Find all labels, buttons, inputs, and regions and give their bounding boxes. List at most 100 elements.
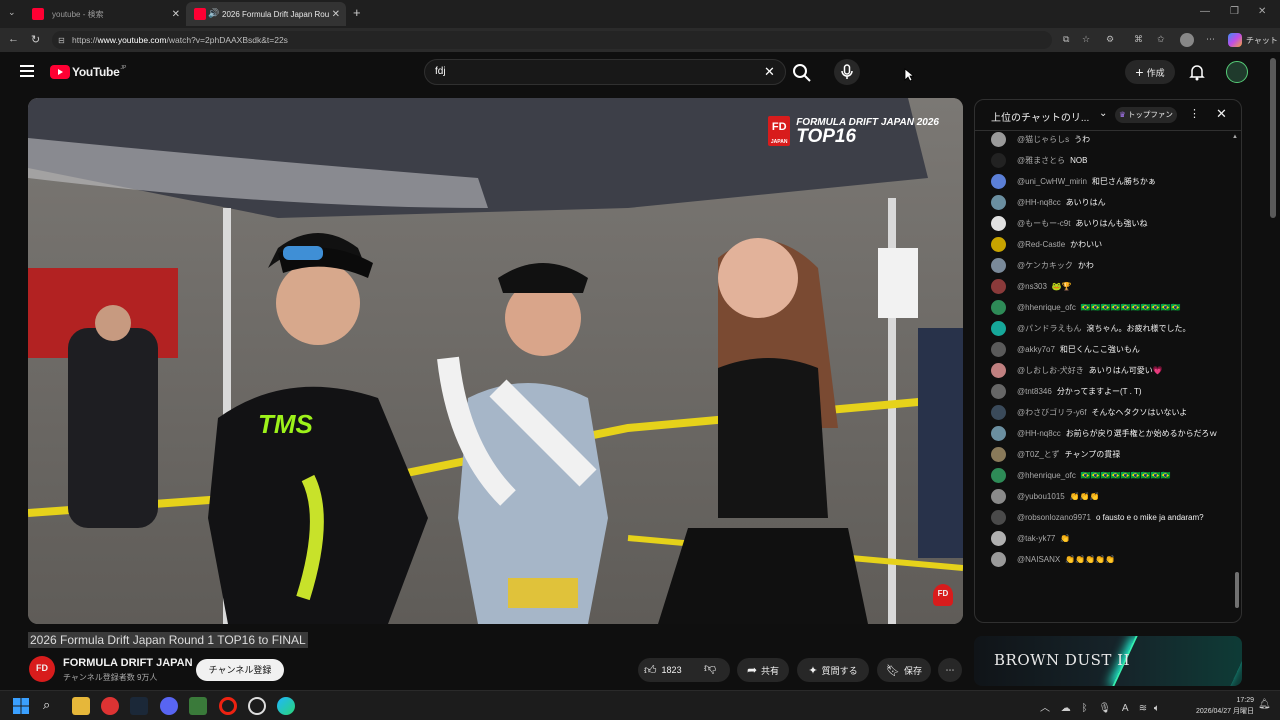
chat-author-name[interactable]: @HH-nq8cc xyxy=(1017,429,1061,438)
chat-author-name[interactable]: @ケンカキック xyxy=(1017,261,1073,270)
chat-more-icon[interactable]: ⋮ xyxy=(1189,107,1200,120)
extension-puzzle-icon[interactable]: ⌘ xyxy=(1134,34,1143,45)
chat-author-name[interactable]: @tak-yk77 xyxy=(1017,534,1055,543)
chat-author-name[interactable]: @akky7o7 xyxy=(1017,345,1055,354)
taskbar-clock[interactable]: 17:29 2026/04/27 月曜日 xyxy=(1184,695,1254,717)
chat-author-name[interactable]: @HH-nq8cc xyxy=(1017,198,1061,207)
chat-author-name[interactable]: @猫じゃらしs xyxy=(1017,135,1069,144)
chat-scrollbar[interactable] xyxy=(1235,572,1239,608)
chat-message[interactable]: @hhenrique_ofc 🇧🇷🇧🇷🇧🇷🇧🇷🇧🇷🇧🇷🇧🇷🇧🇷🇧🇷🇧🇷 xyxy=(989,300,1229,315)
chat-author-avatar[interactable] xyxy=(991,510,1006,525)
chat-message[interactable]: @robsonlozano9971 o fausto e o mike ja an… xyxy=(989,510,1229,525)
chat-message[interactable]: @ケンカキック かわ xyxy=(989,258,1229,273)
menu-icon[interactable] xyxy=(20,65,34,77)
chat-mode-selector[interactable]: 上位のチャットのリ... xyxy=(991,109,1089,124)
save-button[interactable]: 🔖︎ 保存 xyxy=(877,658,931,682)
dislike-button[interactable]: 👎︎ xyxy=(704,661,716,676)
chat-message[interactable]: @しおしお-犬好き あいりはん可愛い💗 xyxy=(989,363,1229,378)
url-field[interactable]: https://www.youtube.com/watch?v=2phDAAXB… xyxy=(52,31,1052,49)
favorites-icon[interactable]: ✩ xyxy=(1157,34,1165,45)
steam-icon[interactable] xyxy=(130,697,148,715)
notification-center-icon[interactable]: 🔔︎ xyxy=(1258,699,1271,710)
chat-author-name[interactable]: @NAISANX xyxy=(1017,555,1060,564)
chat-message[interactable]: @tak-yk77 👏 xyxy=(989,531,1229,546)
taskbar-search-icon[interactable]: ⌕ xyxy=(43,697,50,713)
chat-message[interactable]: @akky7o7 和巳くんここ強いもん xyxy=(989,342,1229,357)
chat-author-name[interactable]: @T0Z_とず xyxy=(1017,450,1060,459)
tab-close-icon[interactable]: ✕ xyxy=(172,9,180,20)
clear-search-icon[interactable]: ✕ xyxy=(764,64,775,80)
chat-author-name[interactable]: @tnt8346 xyxy=(1017,387,1052,396)
site-info-icon[interactable]: ⊟ xyxy=(58,36,65,45)
page-scrollbar[interactable] xyxy=(1270,58,1276,218)
windows-start-icon[interactable] xyxy=(12,697,30,715)
chat-author-name[interactable]: @わさびゴリラ-y6f xyxy=(1017,408,1086,417)
chat-message[interactable]: @HH-nq8cc お前らが戻り選手権とか始めるからだろｗ xyxy=(989,426,1229,441)
extension-icon[interactable]: ⚙ xyxy=(1106,34,1114,45)
chat-message[interactable]: @hhenrique_ofc 🇧🇷🇧🇷🇧🇷🇧🇷🇧🇷🇧🇷🇧🇷🇧🇷🇧🇷 xyxy=(989,468,1229,483)
chat-author-avatar[interactable] xyxy=(991,426,1006,441)
chat-close-icon[interactable]: ✕ xyxy=(1216,106,1227,122)
chat-message[interactable]: @雅まさとら NOB xyxy=(989,153,1229,168)
share-button[interactable]: ➦ 共有 xyxy=(737,658,789,682)
chat-author-avatar[interactable] xyxy=(991,531,1006,546)
account-avatar[interactable] xyxy=(1226,61,1248,83)
voice-search-button[interactable] xyxy=(834,59,860,85)
chat-message[interactable]: @NAISANX 👏👏👏👏👏 xyxy=(989,552,1229,567)
edge-icon[interactable] xyxy=(277,697,295,715)
tab-close-icon[interactable]: ✕ xyxy=(332,9,340,20)
chat-message[interactable]: @Red-Castle かわいい xyxy=(989,237,1229,252)
chat-message[interactable]: @わさびゴリラ-y6f そんなヘタクソはいないよ xyxy=(989,405,1229,420)
subscribe-button[interactable]: チャンネル登録 xyxy=(196,659,284,681)
back-icon[interactable]: ← xyxy=(8,33,19,45)
chat-author-name[interactable]: @もーもー-c9t xyxy=(1017,219,1070,228)
chat-message[interactable]: @HH-nq8cc あいりはん xyxy=(989,195,1229,210)
discord-icon[interactable] xyxy=(160,697,178,715)
chat-author-avatar[interactable] xyxy=(991,363,1006,378)
reload-icon[interactable]: ↻ xyxy=(31,33,40,46)
chat-author-name[interactable]: @hhenrique_ofc xyxy=(1017,471,1076,480)
chat-message[interactable]: @もーもー-c9t あいりはんも強いね xyxy=(989,216,1229,231)
copilot-icon[interactable] xyxy=(1228,33,1242,47)
profile-icon[interactable] xyxy=(1180,33,1194,47)
notifications-bell-icon[interactable] xyxy=(1189,63,1205,81)
chat-author-avatar[interactable] xyxy=(991,195,1006,210)
chat-author-avatar[interactable] xyxy=(991,468,1006,483)
browser-menu-icon[interactable]: ⋯ xyxy=(1206,34,1215,45)
chat-author-avatar[interactable] xyxy=(991,447,1006,462)
chat-author-avatar[interactable] xyxy=(991,258,1006,273)
ask-button[interactable]: ✦ 質問する xyxy=(797,658,869,682)
chat-author-avatar[interactable] xyxy=(991,342,1006,357)
chat-author-name[interactable]: @Red-Castle xyxy=(1017,240,1065,249)
chat-author-name[interactable]: @robsonlozano9971 xyxy=(1017,513,1091,522)
favorite-star-icon[interactable]: ☆ xyxy=(1082,34,1090,45)
channel-name[interactable]: FORMULA DRIFT JAPAN xyxy=(63,657,193,669)
tab-youtube-search[interactable]: youtube - 検索 ✕ xyxy=(24,2,186,26)
chat-message[interactable]: @パンドラえもん 滾ちゃん。お疲れ様でした。 xyxy=(989,321,1229,336)
chat-message[interactable]: @uni_CwHW_mirin 和巳さん勝ちかぁ xyxy=(989,174,1229,189)
system-tray[interactable]: ︿ ☁ ᛒ 🎙︎ A ≋ 🔈︎ xyxy=(1040,699,1160,714)
new-tab-icon[interactable]: + xyxy=(353,5,361,20)
window-close-icon[interactable]: ✕ xyxy=(1258,6,1266,17)
more-actions-button[interactable]: ⋯ xyxy=(938,658,962,682)
top-fan-badge[interactable]: ♛ トップファン xyxy=(1115,107,1177,123)
chat-message[interactable]: @ns303 🐸🏆 xyxy=(989,279,1229,294)
vivaldi-icon[interactable] xyxy=(101,697,119,715)
channel-avatar[interactable]: FD xyxy=(29,656,55,682)
file-explorer-icon[interactable] xyxy=(72,697,90,715)
reader-mode-icon[interactable]: ⧉ xyxy=(1063,34,1069,45)
chat-author-name[interactable]: @yubou1015 xyxy=(1017,492,1065,501)
chat-message[interactable]: @tnt8346 分かってますよー(T . T) xyxy=(989,384,1229,399)
search-input[interactable]: fdj xyxy=(424,59,786,85)
youtube-logo[interactable]: YouTube JP xyxy=(50,65,126,79)
chat-author-avatar[interactable] xyxy=(991,489,1006,504)
chevron-down-icon[interactable]: ⌄ xyxy=(1099,108,1107,119)
chat-author-avatar[interactable] xyxy=(991,552,1006,567)
copilot-label[interactable]: チャット xyxy=(1246,35,1278,46)
chat-author-name[interactable]: @hhenrique_ofc xyxy=(1017,303,1076,312)
chat-scroll-up-icon[interactable]: ▲ xyxy=(1232,134,1238,140)
chat-author-avatar[interactable] xyxy=(991,279,1006,294)
tab-list-chevron-icon[interactable]: ⌄ xyxy=(8,7,16,18)
search-icon[interactable] xyxy=(790,61,814,83)
chat-author-avatar[interactable] xyxy=(991,153,1006,168)
